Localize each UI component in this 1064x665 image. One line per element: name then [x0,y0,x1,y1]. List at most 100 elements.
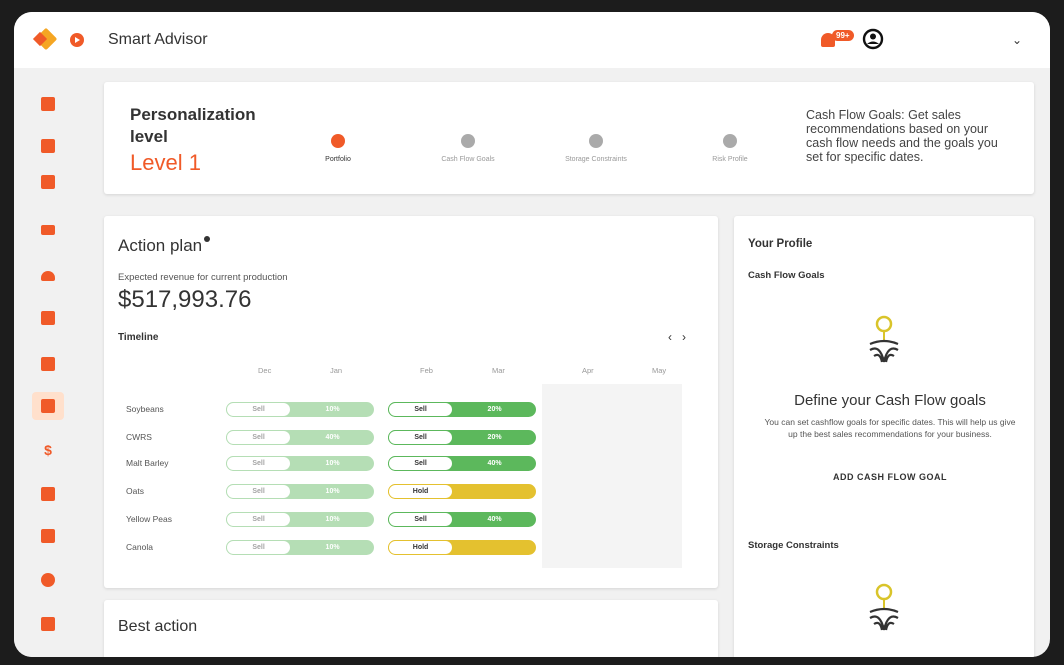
sidebar: $ [14,68,80,657]
crop-label: Canola [126,542,153,552]
action-label: Sell [226,484,292,499]
video-icon [41,225,55,235]
percent-label: 10% [325,516,340,523]
sidebar-item-analytics[interactable] [32,392,64,420]
action-pill[interactable]: Hold [388,484,536,499]
level-label: Level 1 [130,150,201,175]
define-goals-title: Define your Cash Flow goals [794,392,986,409]
month-label: Jan [330,366,343,375]
storage-constraints-title: Storage Constraints [748,540,839,551]
sidebar-item-trends[interactable] [32,480,64,508]
percent-label: 10% [325,488,340,495]
trend-icon [41,487,55,501]
action-label: Sell [388,512,454,527]
best-action-title: Best action [118,618,198,635]
action-pill[interactable]: Sell 20% [388,402,536,417]
percent-label: 40% [487,460,502,467]
sidebar-item-pricing[interactable]: $ [32,436,64,464]
document-icon [41,139,55,153]
percent-label: 10% [325,406,340,413]
logo-icon[interactable] [32,27,60,52]
month-label: Mar [492,366,505,375]
chart-icon [41,357,55,371]
sidebar-item-documents[interactable] [32,132,64,160]
step-dot-icon [589,134,603,148]
timeline-nav: ‹› [668,330,696,344]
past-action-pill[interactable]: Sell 10% [226,512,374,527]
play-icon[interactable] [70,33,84,47]
past-action-pill[interactable]: Sell 10% [226,456,374,471]
month-label: Dec [258,366,272,375]
crop-label: CWRS [126,432,152,442]
step-label: Portfolio [325,156,351,163]
past-action-pill[interactable]: Sell 40% [226,430,374,445]
action-plan-title: Action plan [118,236,211,256]
field-pin-icon [869,583,899,631]
past-action-pill[interactable]: Sell 10% [226,484,374,499]
action-label: Sell [388,456,454,471]
dollar-icon: $ [44,442,52,458]
past-action-pill[interactable]: Sell 10% [226,402,374,417]
sidebar-item-storage[interactable] [32,610,64,638]
action-label: Sell [388,402,454,417]
step-risk-profile[interactable]: Risk Profile [670,134,790,163]
sidebar-item-video[interactable] [32,216,64,244]
analytics-icon [41,399,55,413]
sidebar-item-chat[interactable] [32,168,64,196]
percent-label: 40% [325,434,340,441]
field-pin-icon [869,315,899,363]
check-icon [331,134,345,148]
sidebar-item-news[interactable] [32,304,64,332]
action-label: Sell [226,402,292,417]
sidebar-item-library[interactable] [32,522,64,550]
cloud-icon [41,271,55,281]
user-icon[interactable] [862,28,884,50]
action-pill[interactable]: Hold [388,540,536,555]
step-label: Risk Profile [712,156,748,163]
notification-badge: 99+ [832,30,854,41]
percent-label: 20% [487,434,502,441]
crop-label: Malt Barley [126,458,169,468]
percent-label: 40% [487,516,502,523]
crop-label: Soybeans [126,404,164,414]
crop-label: Oats [126,486,144,496]
crop-label: Yellow Peas [126,514,172,524]
chevron-down-icon[interactable]: ⌄ [1012,33,1022,47]
percent-label: 20% [487,406,502,413]
step-label: Cash Flow Goals [441,156,495,163]
step-portfolio[interactable]: Portfolio [278,134,398,163]
building-icon [41,617,55,631]
chevron-right-icon[interactable]: › [682,330,696,344]
chat-icon [41,175,55,189]
action-label: Sell [226,512,292,527]
info-icon[interactable] [204,236,211,242]
revenue-value: $517,993.76 [118,286,252,313]
action-label: Hold [388,540,454,555]
add-cash-flow-goal-button[interactable]: ADD CASH FLOW GOAL [770,472,1010,482]
month-label: May [652,366,667,375]
past-action-pill[interactable]: Sell 10% [226,540,374,555]
timeline-label: Timeline [118,332,159,343]
step-description: Cash Flow Goals: Get sales recommendatio… [806,108,998,164]
top-bar: Smart Advisor 99+ ⌄ [14,12,1050,68]
target-icon [41,573,55,587]
step-storage-constraints[interactable]: Storage Constraints [536,134,656,163]
sidebar-item-charts[interactable] [32,350,64,378]
month-label: Feb [420,366,433,375]
step-cash-flow-goals[interactable]: Cash Flow Goals [408,134,528,163]
cash-flow-goals-title: Cash Flow Goals [748,270,825,281]
expected-revenue-label: Expected revenue for current production [118,272,288,283]
action-label: Sell [388,430,454,445]
sidebar-item-weather[interactable] [32,262,64,290]
action-pill[interactable]: Sell 40% [388,512,536,527]
step-dot-icon [723,134,737,148]
action-pill[interactable]: Sell 40% [388,456,536,471]
dashboard-icon [41,97,55,111]
action-pill[interactable]: Sell 20% [388,430,536,445]
chevron-left-icon[interactable]: ‹ [668,330,682,344]
profile-title: Your Profile [748,238,813,250]
sidebar-item-dashboard[interactable] [32,90,64,118]
book-icon [41,529,55,543]
action-label: Sell [226,540,292,555]
sidebar-item-targets[interactable] [32,566,64,594]
